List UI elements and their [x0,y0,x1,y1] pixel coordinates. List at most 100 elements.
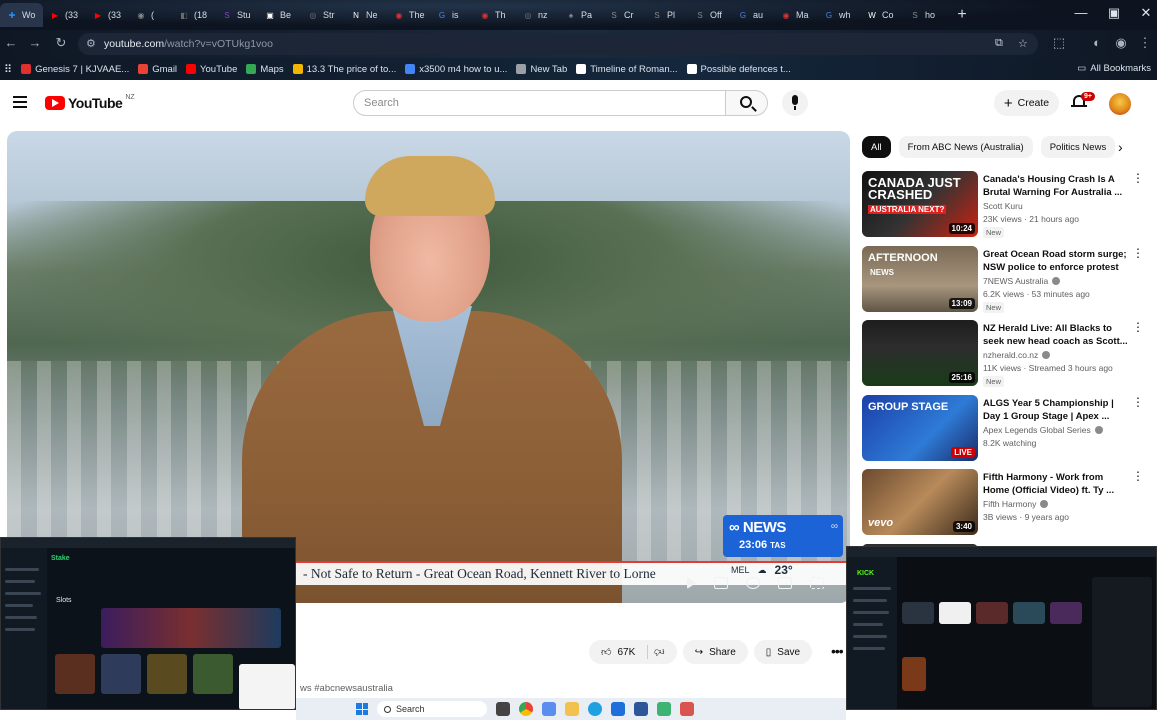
thumbs-down-icon[interactable]: 👍︎ [654,646,664,658]
chevron-right-icon[interactable]: › [1118,139,1123,155]
browser-tab[interactable]: ◉ The [387,3,430,27]
autoplay-toggle-icon[interactable] [687,577,696,589]
restore-icon[interactable]: ▣ [1105,5,1123,21]
all-bookmarks-button[interactable]: ▭ All Bookmarks [1077,63,1151,74]
browser-tab[interactable]: Gwh [817,3,860,27]
task-view-icon[interactable] [496,702,510,716]
recommended-video[interactable]: GROUP STAGE LIVE ALGS Year 5 Championship … [862,394,1144,461]
ext-icon[interactable]: ◐ [1088,35,1106,50]
overlay-window-stake[interactable]: Stake Slots [0,537,296,710]
guide-menu-icon[interactable] [13,96,27,108]
browser-tab[interactable]: ♠ Pa [559,3,602,27]
site-info-icon[interactable]: ⚙ [86,37,96,50]
bookmark-item[interactable]: New Tab [516,64,567,75]
browser-tab[interactable]: Sho [903,3,946,27]
url-field[interactable]: ⚙ youtube.com/watch?v=vOTUkg1voo ⧉ ☆ [78,33,1038,55]
bookmark-item[interactable]: Gmail [138,64,177,75]
theater-mode-icon[interactable] [778,577,792,589]
browser-menu-icon[interactable]: ⋮ [1136,35,1154,51]
browser-tab[interactable]: S Off [688,3,731,27]
reload-icon[interactable]: ↻ [52,35,70,51]
app-icon[interactable] [542,702,556,716]
browser-tab[interactable]: Gau [731,3,774,27]
browser-tab[interactable]: ◎ nz [516,3,559,27]
recommended-video[interactable]: AFTERNOON NEWS 13:09 Great Ocean Road storm… [862,245,1144,313]
edge-icon[interactable] [588,702,602,716]
video-thumbnail[interactable]: CANADA JUST CRASHED AUSTRALIA NEXT? 10:24 [862,171,978,237]
install-app-icon[interactable]: ⧉ [995,37,1003,50]
bookmark-item[interactable]: Possible defences t... [686,64,791,75]
browser-tab[interactable]: ◎ Str [301,3,344,27]
video-options-icon[interactable]: ⋮ [1132,247,1144,259]
video-title[interactable]: Great Ocean Road storm surge; NSW police… [983,248,1128,275]
recommended-video[interactable]: CANADA JUST CRASHED AUSTRALIA NEXT? 10:24 C… [862,171,1144,238]
browser-tab[interactable]: ◉ Ma [774,3,817,27]
file-explorer-icon[interactable] [565,702,579,716]
video-thumbnail[interactable]: AFTERNOON NEWS 13:09 [862,245,978,312]
channel-name[interactable]: Scott Kuru [983,201,1023,211]
channel-name[interactable]: Fifth Harmony [983,499,1036,509]
video-player[interactable]: ∞ NEWS ∞ 23:06 TAS - Not Safe to Return -… [7,131,850,603]
extensions-icon[interactable]: ⬚ [1050,35,1068,51]
apps-grid-icon[interactable]: ⠿ [4,63,12,76]
overlay-window-kick[interactable]: KICK [846,546,1157,710]
settings-gear-icon[interactable] [746,577,760,589]
minimize-icon[interactable]: — [1072,5,1090,20]
profile-icon[interactable]: ◉ [1112,35,1130,51]
fullscreen-icon[interactable] [810,577,824,589]
windows-start-icon[interactable] [356,703,368,715]
voice-search-icon[interactable] [782,90,808,116]
browser-tab[interactable]: Gis [430,3,473,27]
video-thumbnail[interactable]: 25:16 [862,320,978,386]
video-title[interactable]: NZ Herald Live: All Blacks to seek new h… [983,322,1128,348]
app-icon[interactable] [634,702,648,716]
browser-tab[interactable]: ◉ Th [473,3,516,27]
browser-tab[interactable]: ▶ (33 [43,3,86,27]
recommended-video[interactable]: 25:16 NZ Herald Live: All Blacks to seek … [862,320,1144,387]
app-icon[interactable] [657,702,671,716]
channel-name[interactable]: 7NEWS Australia [983,276,1048,286]
like-button[interactable]: 👍︎ 67K 👍︎ [589,640,677,664]
save-button[interactable]: ▯ Save [753,640,813,664]
search-button[interactable] [726,90,768,116]
browser-tab[interactable]: ▣ Be [258,3,301,27]
video-thumbnail[interactable]: GROUP STAGE LIVE [862,394,978,461]
filter-chip[interactable]: All [862,136,891,158]
browser-tab[interactable]: S Pl [645,3,688,27]
browser-tab[interactable]: ◉( [129,3,172,27]
new-tab-icon[interactable]: + [952,6,972,24]
recommended-video[interactable]: vevo 3:40 Fifth Harmony - Work from Home (… [862,469,1144,535]
search-input[interactable] [364,97,704,109]
account-avatar[interactable] [1109,93,1131,115]
video-options-icon[interactable]: ⋮ [1132,470,1144,482]
search-box[interactable] [353,90,726,116]
browser-tab[interactable]: S Cr [602,3,645,27]
bookmark-item[interactable]: Maps [246,64,284,75]
video-options-icon[interactable]: ⋮ [1132,172,1144,184]
filter-chip[interactable]: Politics News [1040,136,1116,158]
video-options-icon[interactable]: ⋮ [1132,321,1144,333]
taskbar-search[interactable]: Search [377,701,487,717]
channel-name[interactable]: nzherald.co.nz [983,350,1038,360]
chrome-icon[interactable] [519,702,533,716]
browser-tab[interactable]: W Co [860,3,903,27]
channel-name[interactable]: Apex Legends Global Series [983,425,1091,435]
bookmark-item[interactable]: 13.3 The price of to... [292,64,396,75]
create-button[interactable]: + Create [994,90,1059,116]
video-thumbnail[interactable]: vevo 3:40 [862,469,978,535]
close-window-icon[interactable]: ✕ [1137,5,1155,21]
bookmark-star-icon[interactable]: ☆ [1018,37,1028,50]
back-icon[interactable]: ← [2,35,20,50]
bookmark-item[interactable]: x3500 m4 how to u... [405,64,507,75]
forward-icon[interactable]: → [26,35,44,50]
captions-icon[interactable] [714,577,728,589]
video-title[interactable]: ALGS Year 5 Championship | Day 1 Group S… [983,397,1128,423]
browser-tab[interactable]: ◧ (18 [172,3,215,27]
browser-tab[interactable]: ▶ (33 [86,3,129,27]
app-icon[interactable] [611,702,625,716]
bookmark-item[interactable]: Timeline of Roman... [576,64,678,75]
more-actions-icon[interactable]: ••• [831,643,844,659]
browser-tab[interactable]: ✚ Wo [0,3,43,27]
video-title[interactable]: Canada's Housing Crash Is A Brutal Warni… [983,173,1128,199]
bookmark-item[interactable]: YouTube [186,64,237,75]
